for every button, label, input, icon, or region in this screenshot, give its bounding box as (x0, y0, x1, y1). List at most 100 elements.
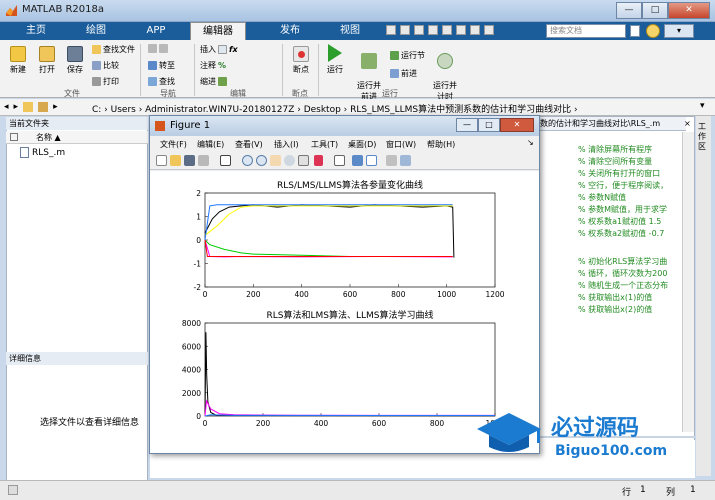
find-files-button[interactable]: 查找文件 (92, 44, 135, 55)
workspace-sidebar[interactable]: 工作区 (696, 116, 711, 476)
y-tick-label: -2 (194, 283, 202, 292)
figure-minimize-button[interactable]: — (456, 118, 478, 132)
y-tick-label: 0 (196, 236, 201, 245)
save-quick-icon[interactable] (386, 25, 396, 35)
menu-window[interactable]: 窗口(W) (386, 139, 416, 150)
run-button[interactable]: 运行 (323, 44, 347, 75)
m-file-icon (20, 147, 29, 158)
menu-edit[interactable]: 编辑(E) (197, 139, 224, 150)
pan-hand-icon[interactable] (270, 155, 281, 166)
goto-button[interactable]: 转至 (148, 60, 175, 71)
save-button[interactable]: 保存 (63, 46, 87, 75)
colorbar-icon[interactable] (352, 155, 363, 166)
indent-icon (218, 77, 227, 86)
name-column-header[interactable]: 名称 ▲ (6, 131, 148, 144)
redo-quick-icon[interactable] (456, 25, 466, 35)
data-cursor-icon[interactable] (298, 155, 309, 166)
indent-button[interactable]: 缩进 (200, 76, 227, 87)
figure-title-bar: Figure 1 — □ ✕ (150, 116, 539, 136)
new-figure-icon[interactable] (156, 155, 167, 166)
back-icon[interactable]: ◂ (4, 102, 9, 112)
close-tab-icon[interactable]: × (684, 119, 691, 128)
paste-quick-icon[interactable] (428, 25, 438, 35)
account-button[interactable]: ▾ (664, 24, 694, 38)
figure-maximize-button[interactable]: □ (478, 118, 500, 132)
browse-folder-icon[interactable] (38, 102, 49, 112)
tab-plots[interactable]: 绘图 (68, 22, 124, 40)
search-icon[interactable] (630, 25, 640, 37)
pointer-icon[interactable] (220, 155, 231, 166)
zoom-out-icon[interactable] (256, 155, 267, 166)
maximize-button[interactable]: □ (642, 2, 668, 19)
tab-home[interactable]: 主页 (8, 22, 64, 40)
group-label-navigate: 导航 (160, 89, 176, 98)
cut-quick-icon[interactable] (400, 25, 410, 35)
copy-quick-icon[interactable] (414, 25, 424, 35)
tab-publish[interactable]: 发布 (262, 22, 318, 40)
menu-view[interactable]: 查看(V) (235, 139, 263, 150)
comment-button[interactable]: 注释% (200, 60, 226, 71)
back-forward-buttons[interactable] (148, 44, 168, 53)
insert-icon (218, 45, 227, 54)
notification-bell-icon[interactable] (646, 24, 660, 38)
select-all-checkbox[interactable] (10, 133, 18, 141)
editor-scrollbar[interactable] (682, 132, 694, 432)
dock-arrow-icon[interactable]: ↘ (527, 138, 534, 147)
print-figure-icon[interactable] (198, 155, 209, 166)
x-tick-label: 200 (256, 419, 271, 428)
advance-button[interactable]: 前进 (390, 68, 417, 79)
ribbon-separator (282, 44, 283, 96)
close-button[interactable]: ✕ (668, 2, 710, 19)
figure-close-button[interactable]: ✕ (500, 118, 534, 132)
new-file-icon (10, 46, 26, 62)
open-button[interactable]: 打开 (35, 46, 59, 75)
tab-editor[interactable]: 编辑器 (190, 22, 246, 40)
x-tick-label: 600 (343, 290, 358, 299)
group-label-breakpoints: 断点 (292, 89, 308, 98)
editor-file-tab[interactable]: 数的估计和学习曲线对比\RLS_.m (536, 117, 686, 131)
help-quick-icon[interactable] (484, 25, 494, 35)
find-button[interactable]: 查找 (148, 76, 175, 87)
path-dropdown-icon[interactable]: ▾ (700, 101, 705, 111)
minimize-button[interactable]: — (616, 2, 642, 19)
menu-file[interactable]: 文件(F) (160, 139, 187, 150)
legend-icon[interactable] (366, 155, 377, 166)
hide-plot-tools-icon[interactable] (386, 155, 397, 166)
save-figure-icon[interactable] (184, 155, 195, 166)
print-button[interactable]: 打印 (92, 76, 119, 87)
switch-windows-icon[interactable] (470, 25, 480, 35)
find-files-icon (92, 45, 101, 54)
details-header: 详细信息 (6, 352, 148, 365)
file-item[interactable]: RLS_.m (20, 147, 65, 158)
row-label: 行 (622, 488, 632, 498)
ribbon-separator (194, 44, 195, 96)
compare-button[interactable]: 比较 (92, 60, 119, 71)
forward-icon[interactable]: ▸ (14, 102, 19, 112)
fx-icon[interactable]: fx (229, 45, 238, 54)
col-label: 列 (666, 488, 676, 498)
tab-apps[interactable]: APP (128, 22, 184, 40)
insert-button[interactable]: 插入 fx (200, 44, 238, 55)
tab-view[interactable]: 视图 (322, 22, 378, 40)
brush-icon[interactable] (314, 155, 323, 166)
show-plot-tools-icon[interactable] (400, 155, 411, 166)
menu-desktop[interactable]: 桌面(D) (348, 139, 376, 150)
link-plot-icon[interactable] (334, 155, 345, 166)
search-documentation-input[interactable]: 搜索文档 (546, 24, 626, 38)
menu-tools[interactable]: 工具(T) (311, 139, 338, 150)
breakpoints-button[interactable]: 断点 (287, 46, 315, 75)
open-file-icon[interactable] (170, 155, 181, 166)
rotate-3d-icon[interactable] (284, 155, 295, 166)
forward-arrow-icon (159, 44, 168, 53)
menu-help[interactable]: 帮助(H) (427, 139, 455, 150)
breakpoint-icon (293, 46, 309, 62)
undo-quick-icon[interactable] (442, 25, 452, 35)
menu-insert[interactable]: 插入(I) (274, 139, 299, 150)
y-tick-label: 2 (196, 189, 201, 198)
zoom-in-icon[interactable] (242, 155, 253, 166)
figure-menu-bar: 文件(F) 编辑(E) 查看(V) 插入(I) 工具(T) 桌面(D) 窗口(W… (150, 136, 539, 152)
new-button[interactable]: 新建 (6, 46, 30, 75)
current-path[interactable]: C: › Users › Administrator.WIN7U-2018012… (92, 102, 578, 115)
run-section-button[interactable]: 运行节 (390, 50, 425, 61)
folder-up-icon[interactable] (23, 102, 34, 112)
